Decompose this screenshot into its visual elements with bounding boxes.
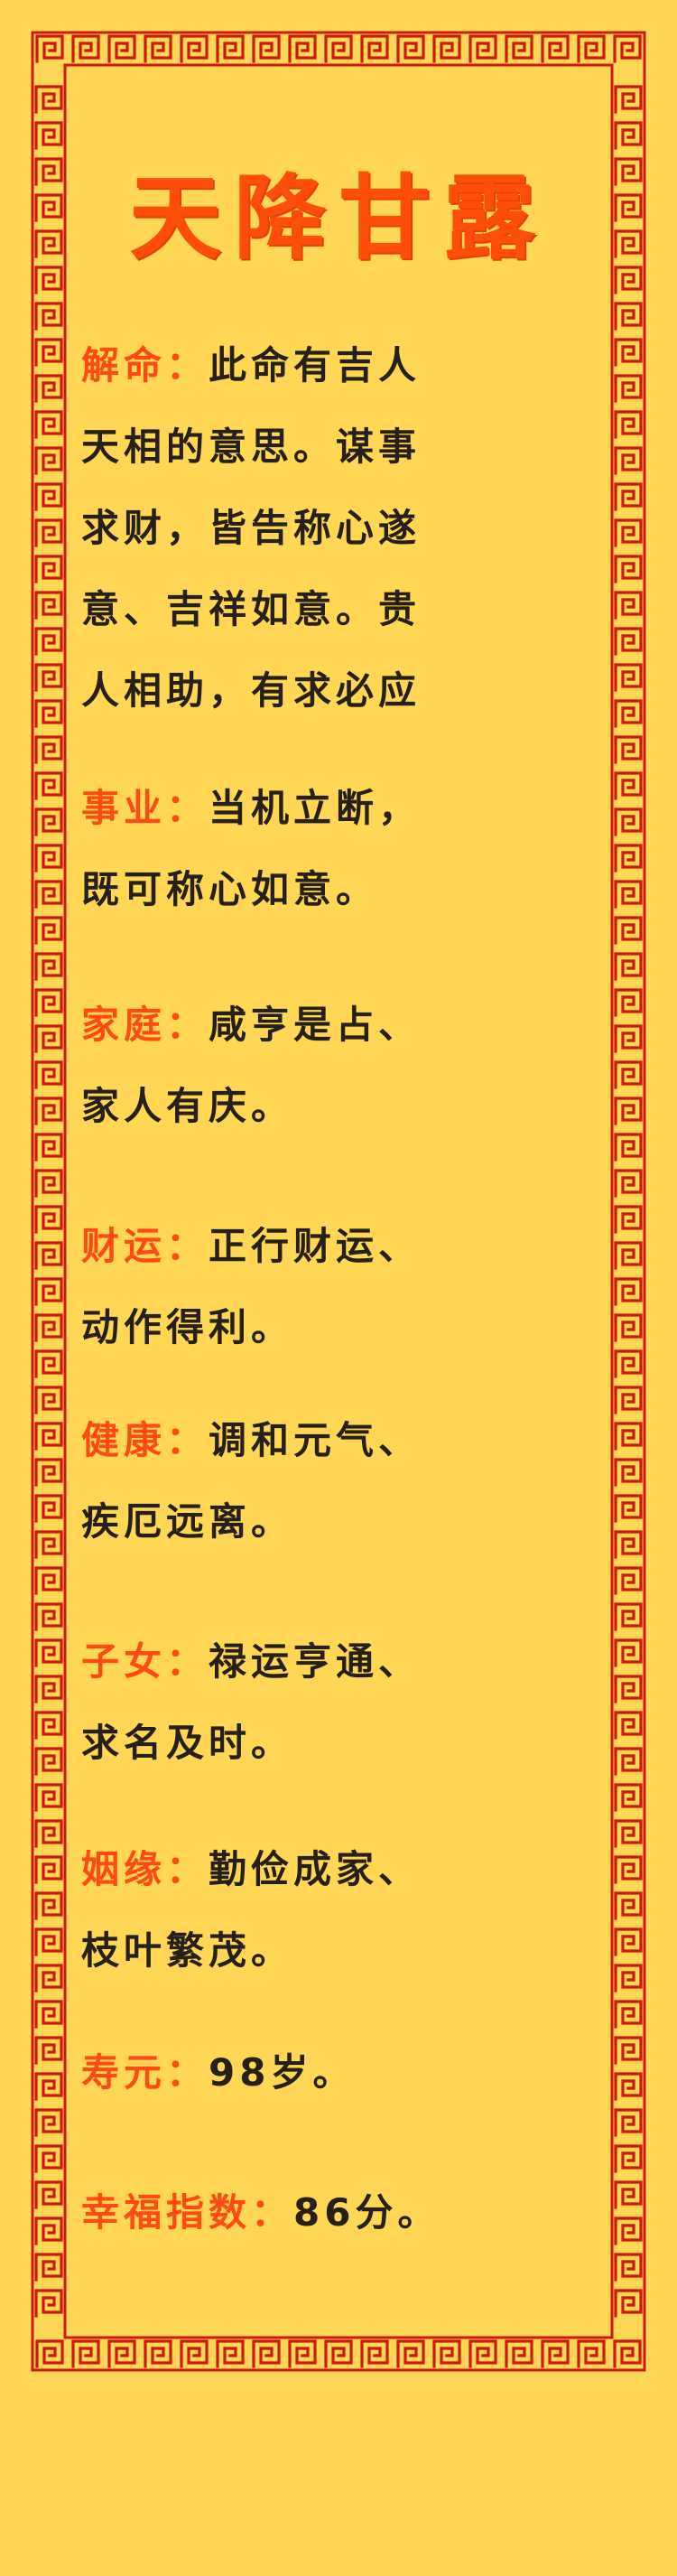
section-text: 既可称心如意。 (81, 867, 379, 911)
section-family: 家庭：咸亨是占、 家人有庆。 (81, 985, 614, 1147)
section-text: 人相助，有求必应 (81, 668, 422, 713)
section-text: 家人有庆。 (81, 1084, 294, 1128)
section-text: 求财，皆告称心遂 (81, 506, 422, 550)
section-text: 当机立断， (209, 786, 422, 830)
section-text: 咸亨是占、 (209, 1003, 422, 1047)
section-label: 子女： (81, 1639, 209, 1684)
section-label: 解命： (81, 343, 209, 387)
section-text: 枝叶繁茂。 (81, 1928, 294, 1973)
section-text: 疾厄远离。 (81, 1499, 294, 1544)
section-label: 事业： (81, 786, 209, 830)
section-text: 86分。 (293, 2190, 441, 2235)
section-text: 求名及时。 (81, 1721, 294, 1765)
section-children: 子女：禄运亨通、 求名及时。 (81, 1621, 614, 1784)
section-text: 98岁。 (209, 2050, 356, 2095)
section-text: 意、吉祥如意。贵 (81, 587, 422, 631)
section-text: 禄运亨通、 (209, 1639, 422, 1684)
section-text: 调和元气、 (209, 1418, 422, 1462)
section-health: 健康：调和元气、 疾厄远离。 (81, 1400, 614, 1563)
section-wealth: 财运：正行财运、 动作得利。 (81, 1206, 614, 1368)
section-text: 天相的意思。谋事 (81, 425, 422, 469)
page-title: 天降甘露 (129, 164, 548, 273)
section-text: 动作得利。 (81, 1305, 294, 1349)
section-career: 事业：当机立断， 既可称心如意。 (81, 768, 614, 930)
section-label: 财运： (81, 1224, 209, 1268)
section-label: 寿元： (81, 2050, 209, 2095)
section-label: 姻缘： (81, 1847, 209, 1891)
section-marriage: 姻缘：勤俭成家、 枝叶繁茂。 (81, 1829, 614, 1992)
section-jieming: 解命：此命有吉人 天相的意思。谋事 求财，皆告称心遂 意、吉祥如意。贵 人相助，… (81, 325, 614, 732)
section-text: 此命有吉人 (209, 343, 422, 387)
section-text: 勤俭成家、 (209, 1847, 422, 1891)
section-label: 健康： (81, 1418, 209, 1462)
section-label: 幸福指数： (81, 2190, 294, 2235)
section-text: 正行财运、 (209, 1224, 422, 1268)
section-label: 家庭： (81, 1003, 209, 1047)
section-longevity: 寿元：98岁。 (81, 2032, 614, 2114)
section-happiness-index: 幸福指数：86分。 (81, 2172, 614, 2254)
